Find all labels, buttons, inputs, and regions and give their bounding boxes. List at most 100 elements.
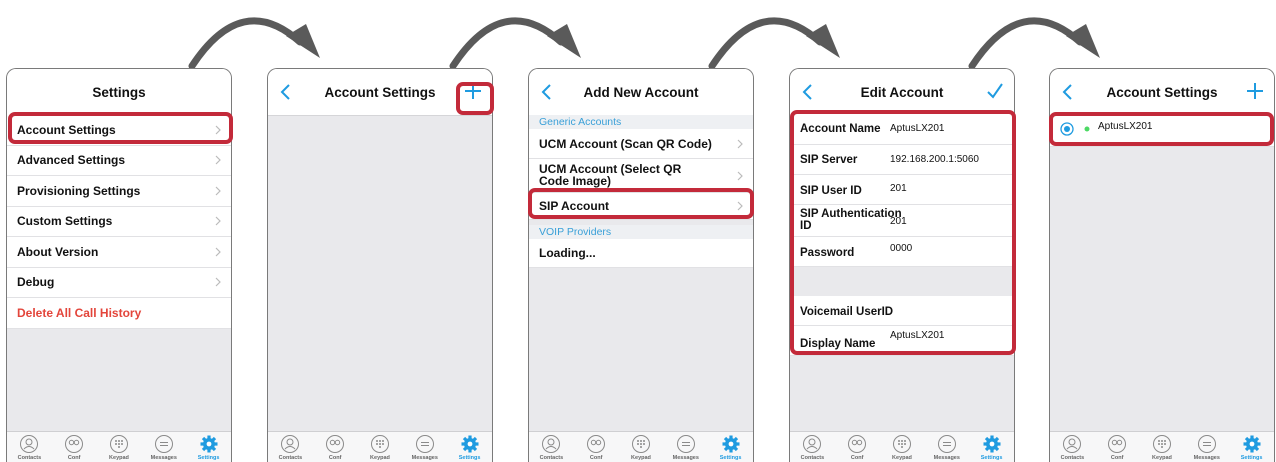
gear-icon	[1243, 435, 1261, 453]
contacts-icon	[20, 435, 39, 453]
tab-label: Conf	[850, 455, 864, 461]
flow-arrow-2	[449, 17, 581, 70]
gear-icon	[200, 435, 218, 453]
messages-icon	[676, 435, 695, 453]
keypad-icon	[1152, 435, 1171, 453]
page-title: Add New Account	[583, 85, 699, 100]
messages-icon	[937, 435, 956, 453]
chevron-right-icon	[215, 247, 221, 257]
tab-contacts[interactable]: Contacts	[530, 432, 572, 461]
tab-messages[interactable]: Messages	[1186, 432, 1228, 461]
messages-icon	[154, 435, 173, 453]
tab-label: Contacts	[1060, 455, 1085, 461]
tab-contacts[interactable]: Contacts	[8, 432, 50, 461]
messages-icon	[415, 435, 434, 453]
item-label: Delete All Call History	[17, 305, 142, 320]
tab-settings[interactable]: Settings	[449, 432, 491, 461]
nav-bar: Edit Account	[790, 69, 1014, 116]
tab-label: Contacts	[278, 455, 303, 461]
tab-keypad[interactable]: Keypad	[620, 432, 662, 461]
nav-bar: Add New Account	[529, 69, 753, 116]
tab-label: Messages	[150, 455, 177, 461]
settings-item-custom[interactable]: Custom Settings	[7, 206, 231, 237]
tab-conf[interactable]: Conf	[53, 432, 95, 461]
tab-keypad[interactable]: Keypad	[881, 432, 923, 461]
tab-messages[interactable]: Messages	[926, 432, 968, 461]
ucm-scan-qr-item[interactable]: UCM Account (Scan QR Code)	[529, 129, 753, 159]
tab-label: Messages	[411, 455, 438, 461]
tab-settings[interactable]: Settings	[710, 432, 752, 461]
tab-settings[interactable]: Settings	[188, 432, 230, 461]
tab-label: Contacts	[800, 455, 825, 461]
item-label: UCM Account (Scan QR Code)	[539, 136, 712, 151]
chevron-right-icon	[215, 277, 221, 287]
messages-icon	[1197, 435, 1216, 453]
tab-label: Conf	[67, 455, 81, 461]
tab-keypad[interactable]: Keypad	[98, 432, 140, 461]
tab-bar: Contacts Conf Keypad Messages Settings	[268, 431, 492, 462]
tab-label: Settings	[1240, 455, 1263, 461]
tab-settings[interactable]: Settings	[971, 432, 1013, 461]
settings-item-about[interactable]: About Version	[7, 237, 231, 268]
chevron-right-icon	[215, 186, 221, 196]
tab-label: Keypad	[370, 455, 390, 461]
settings-item-provisioning[interactable]: Provisioning Settings	[7, 176, 231, 207]
keypad-icon	[892, 435, 911, 453]
tab-label: Settings	[458, 455, 481, 461]
highlight-account-settings	[8, 112, 233, 144]
tab-conf[interactable]: Conf	[575, 432, 617, 461]
tab-contacts[interactable]: Contacts	[1051, 432, 1093, 461]
nav-bar: Account Settings	[1050, 69, 1274, 116]
screen-add-new-account: Add New Account Generic Accounts UCM Acc…	[528, 68, 754, 462]
highlight-account-form	[790, 110, 1016, 355]
item-label: Custom Settings	[17, 214, 113, 229]
highlight-new-account	[1049, 112, 1274, 146]
tab-messages[interactable]: Messages	[404, 432, 446, 461]
tab-bar: Contacts Conf Keypad Messages Settings	[7, 431, 231, 462]
loading-row: Loading...	[529, 239, 753, 268]
highlight-add-button	[456, 82, 494, 115]
add-account-button[interactable]	[1246, 82, 1264, 100]
conference-icon	[326, 435, 345, 453]
contacts-icon	[281, 435, 300, 453]
tab-messages[interactable]: Messages	[665, 432, 707, 461]
item-label-line2: Code Image)	[539, 174, 612, 188]
tab-conf[interactable]: Conf	[1096, 432, 1138, 461]
chevron-right-icon	[737, 171, 743, 180]
contacts-icon	[803, 435, 822, 453]
flow-arrow-3	[708, 17, 840, 70]
tab-label: Keypad	[892, 455, 912, 461]
tab-bar: Contacts Conf Keypad Messages Settings	[1050, 431, 1274, 462]
conference-icon	[587, 435, 606, 453]
settings-item-debug[interactable]: Debug	[7, 267, 231, 298]
tab-settings[interactable]: Settings	[1231, 432, 1273, 461]
tab-label: Messages	[933, 455, 960, 461]
settings-item-advanced[interactable]: Advanced Settings	[7, 145, 231, 176]
save-check-button[interactable]	[986, 82, 1004, 100]
tab-conf[interactable]: Conf	[836, 432, 878, 461]
keypad-icon	[109, 435, 128, 453]
tab-conf[interactable]: Conf	[314, 432, 356, 461]
tab-messages[interactable]: Messages	[143, 432, 185, 461]
contacts-icon	[542, 435, 561, 453]
tab-label: Messages	[1193, 455, 1220, 461]
item-label: Advanced Settings	[17, 153, 126, 168]
conference-icon	[848, 435, 867, 453]
tab-keypad[interactable]: Keypad	[1141, 432, 1183, 461]
chevron-right-icon	[215, 216, 221, 226]
section-header-generic: Generic Accounts	[529, 115, 753, 129]
tab-contacts[interactable]: Contacts	[269, 432, 311, 461]
chevron-right-icon	[215, 155, 221, 165]
conference-icon	[1108, 435, 1127, 453]
tab-label: Conf	[589, 455, 603, 461]
tab-label: Conf	[328, 455, 342, 461]
flow-arrow-1	[188, 17, 320, 70]
tab-label: Keypad	[109, 455, 129, 461]
page-title: Edit Account	[860, 85, 944, 100]
settings-list: Account Settings Advanced Settings Provi…	[7, 115, 231, 329]
item-label: UCM Account (Select QR Code Image)	[539, 163, 681, 187]
tab-keypad[interactable]: Keypad	[359, 432, 401, 461]
contacts-icon	[1063, 435, 1082, 453]
delete-call-history-button[interactable]: Delete All Call History	[7, 298, 231, 329]
tab-contacts[interactable]: Contacts	[791, 432, 833, 461]
